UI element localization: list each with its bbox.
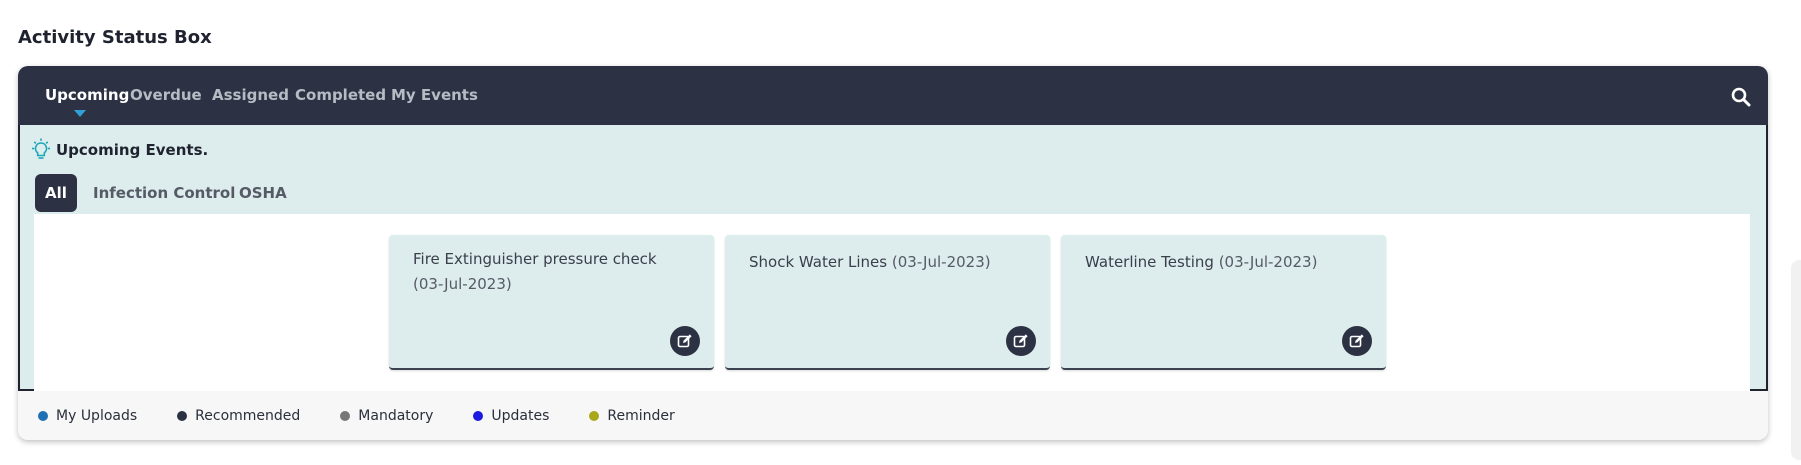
legend-item-mandatory: Mandatory (340, 408, 433, 424)
legend-dot (340, 410, 351, 421)
legend-label: Reminder (607, 407, 675, 424)
subtab-osha[interactable]: OSHA (239, 174, 287, 212)
lightbulb-icon (30, 138, 52, 162)
event-name: Waterline Testing (1085, 253, 1214, 271)
active-tab-caret (74, 110, 86, 117)
event-card[interactable]: Shock Water Lines (03-Jul-2023) (725, 235, 1050, 370)
legend-item-my-uploads: My Uploads (38, 408, 137, 424)
tab-overdue[interactable]: Overdue (130, 86, 202, 104)
edit-icon[interactable] (670, 326, 700, 356)
tab-assigned[interactable]: Assigned (212, 86, 289, 104)
event-date: (03-Jul-2023) (1218, 253, 1318, 271)
legend-dot (473, 410, 484, 421)
event-card[interactable]: Waterline Testing (03-Jul-2023) (1061, 235, 1386, 370)
activity-status-card: Upcoming Overdue Assigned Completed My E… (18, 66, 1768, 440)
subtab-all[interactable]: All (35, 174, 77, 212)
search-icon[interactable] (1730, 86, 1752, 108)
page-scrollbar[interactable] (1791, 260, 1801, 460)
legend-item-reminder: Reminder (589, 407, 675, 424)
event-title: Waterline Testing (03-Jul-2023) (1085, 250, 1345, 275)
event-name: Fire Extinguisher pressure check (413, 250, 657, 268)
tab-my-events[interactable]: My Events (391, 86, 478, 104)
event-name: Shock Water Lines (749, 253, 888, 271)
upcoming-events-panel: Upcoming Events. All Infection Control O… (18, 125, 1768, 391)
page-title: Activity Status Box (18, 27, 212, 48)
legend-label: My Uploads (56, 407, 138, 424)
legend-item-updates: Updates (473, 408, 549, 424)
edit-icon[interactable] (1006, 326, 1036, 356)
event-card[interactable]: Fire Extinguisher pressure check (03-Jul… (389, 235, 714, 370)
edit-icon[interactable] (1342, 326, 1372, 356)
legend-dot (38, 410, 48, 421)
legend-dot (177, 410, 188, 421)
event-title: Fire Extinguisher pressure check (03-Jul… (413, 247, 673, 297)
tab-completed[interactable]: Completed (295, 86, 386, 104)
panel-heading: Upcoming Events. (30, 138, 208, 162)
tab-upcoming[interactable]: Upcoming (45, 86, 129, 104)
legend: My Uploads Recommended Mandatory Updates… (18, 391, 1768, 440)
event-date: (03-Jul-2023) (891, 253, 991, 271)
event-title: Shock Water Lines (03-Jul-2023) (749, 250, 1009, 275)
panel-heading-text: Upcoming Events. (56, 141, 209, 159)
status-tab-bar: Upcoming Overdue Assigned Completed My E… (18, 66, 1768, 125)
legend-label: Updates (491, 407, 550, 424)
subtab-infection-control[interactable]: Infection Control (93, 174, 235, 212)
legend-label: Recommended (195, 407, 301, 424)
legend-dot (589, 410, 600, 421)
legend-item-recommended: Recommended (177, 408, 300, 424)
events-content-area: Fire Extinguisher pressure check (03-Jul… (34, 214, 1750, 391)
legend-label: Mandatory (358, 407, 434, 424)
event-date: (03-Jul-2023) (413, 275, 512, 293)
